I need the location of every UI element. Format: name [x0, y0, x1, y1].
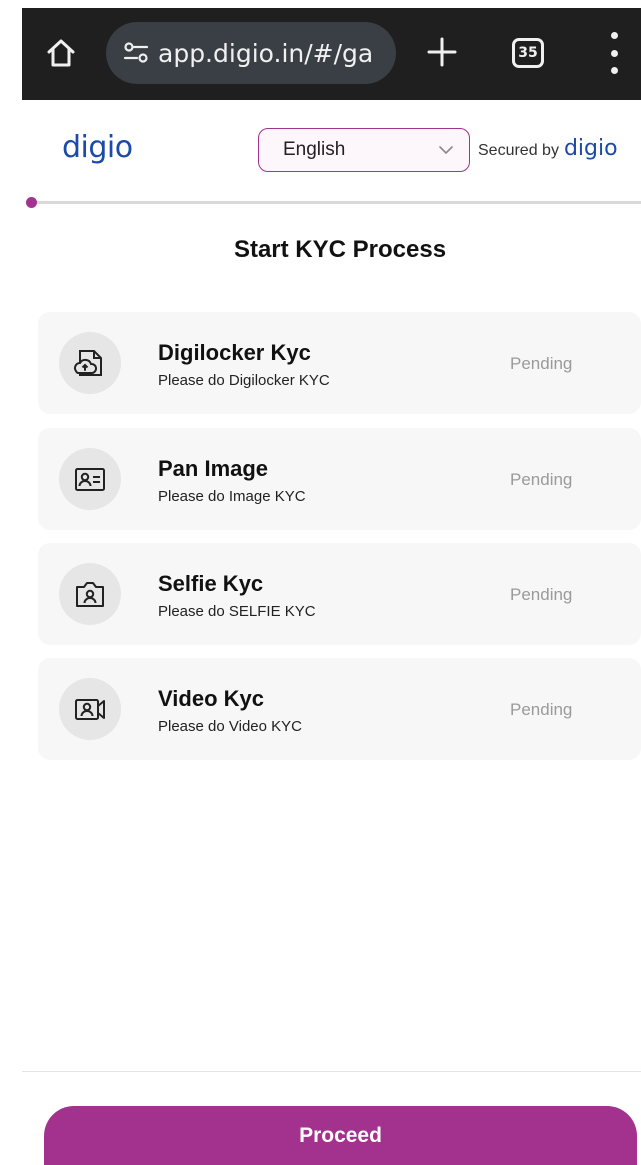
language-selected-value: English — [283, 139, 346, 160]
id-card-icon — [59, 448, 121, 510]
home-button[interactable] — [44, 36, 78, 70]
footer-divider — [22, 1071, 641, 1072]
kyc-step-video[interactable]: Video Kyc Please do Video KYC Pending — [38, 658, 641, 760]
plus-icon — [427, 37, 457, 67]
digio-logo: digio — [62, 130, 133, 165]
step-title: Video Kyc — [158, 686, 264, 711]
step-subtitle: Please do Image KYC — [158, 488, 306, 505]
browser-toolbar: app.digio.in/#/ga 35 — [22, 8, 641, 100]
status-badge: Pending — [510, 470, 573, 489]
chevron-down-icon — [439, 146, 453, 155]
step-subtitle: Please do Digilocker KYC — [158, 372, 330, 389]
cloud-document-icon — [59, 332, 121, 394]
status-badge: Pending — [510, 700, 573, 719]
progress-indicator — [26, 197, 37, 208]
status-strip — [0, 0, 641, 8]
url-text: app.digio.in/#/ga — [158, 38, 374, 68]
step-title: Selfie Kyc — [158, 571, 264, 596]
tab-switcher-button[interactable]: 35 — [512, 38, 544, 68]
secured-by-logo: digio — [563, 136, 618, 161]
camera-person-icon — [59, 563, 121, 625]
status-badge: Pending — [510, 354, 573, 373]
new-tab-button[interactable] — [422, 30, 462, 74]
status-badge: Pending — [510, 585, 573, 604]
video-person-icon — [59, 678, 121, 740]
progress-track — [28, 201, 641, 204]
step-subtitle: Please do Video KYC — [158, 718, 302, 735]
page-title: Start KYC Process — [233, 236, 447, 263]
url-bar[interactable]: app.digio.in/#/ga — [106, 22, 396, 84]
step-subtitle: Please do SELFIE KYC — [158, 603, 316, 620]
kyc-step-pan-image[interactable]: Pan Image Please do Image KYC Pending — [38, 428, 641, 530]
kyc-step-digilocker[interactable]: Digilocker Kyc Please do Digilocker KYC … — [38, 312, 641, 414]
secured-by-label: Secured by — [478, 142, 559, 159]
home-icon — [47, 39, 75, 67]
kyc-page: app.digio.in/#/ga 35 digio English Secur… — [0, 0, 641, 1165]
tune-icon[interactable] — [122, 39, 150, 67]
step-title: Digilocker Kyc — [158, 340, 311, 365]
more-vert-icon[interactable] — [604, 32, 624, 74]
kyc-step-selfie[interactable]: Selfie Kyc Please do SELFIE KYC Pending — [38, 543, 641, 645]
language-select[interactable]: English — [258, 128, 470, 172]
secured-by-badge: Secured by digio — [478, 136, 618, 161]
proceed-button[interactable]: Proceed — [44, 1106, 637, 1165]
step-title: Pan Image — [158, 456, 269, 481]
